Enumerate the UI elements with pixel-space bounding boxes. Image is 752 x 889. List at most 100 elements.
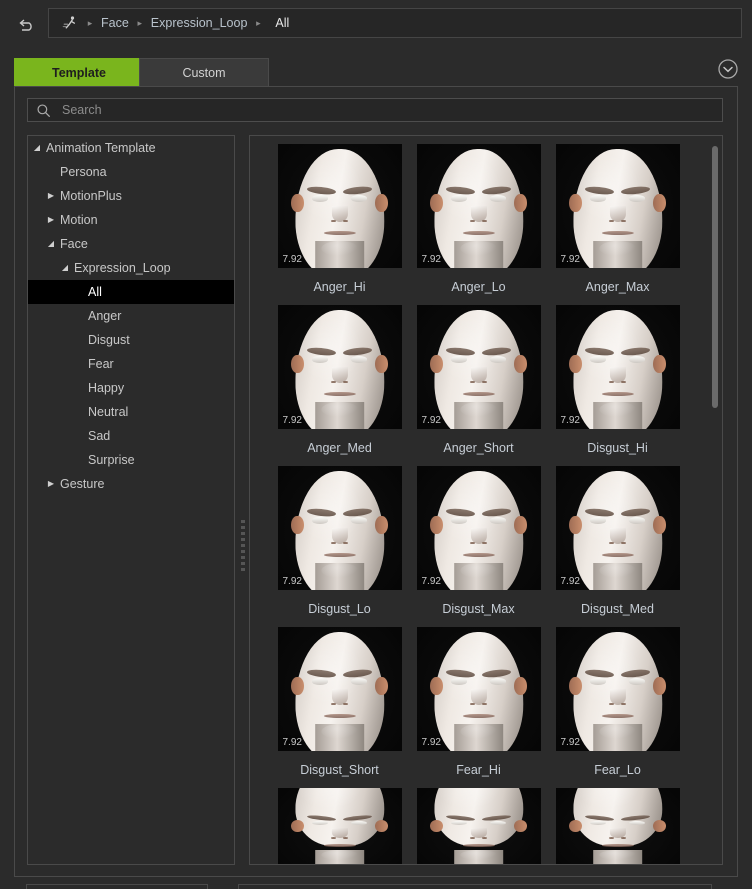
- thumbnail-image[interactable]: 7.92: [555, 627, 680, 751]
- thumbnail-image[interactable]: 7.92: [416, 144, 541, 268]
- tree-item-persona[interactable]: Persona: [28, 160, 234, 184]
- template-thumbnail-cell[interactable]: 7.92 Disgust_Max: [409, 466, 548, 627]
- search-bar[interactable]: [27, 98, 723, 122]
- tree-expand-icon[interactable]: ▶: [44, 480, 58, 488]
- face-render-preview: [555, 144, 680, 268]
- search-input[interactable]: [54, 102, 722, 118]
- tree-item-surprise[interactable]: Surprise: [28, 448, 234, 472]
- tree-item-label: Neutral: [88, 405, 129, 419]
- breadcrumb-item-all[interactable]: All: [265, 16, 293, 30]
- breadcrumb-separator: ▸: [256, 17, 261, 28]
- breadcrumb: ▸ Face ▸ Expression_Loop ▸ All: [48, 8, 742, 38]
- tree-item-label: Surprise: [88, 453, 135, 467]
- thumbnail-name-label: Disgust_Med: [581, 601, 654, 616]
- template-thumbnail-grid[interactable]: 7.92 Anger_Hi 7.92 Anger_Lo 7.92 Anger_Max 7.9…: [249, 135, 723, 865]
- template-thumbnail-cell[interactable]: 7.92 Anger_Med: [270, 305, 409, 466]
- face-render-preview: [416, 144, 541, 268]
- template-thumbnail-cell[interactable]: 7.92 Anger_Lo: [409, 144, 548, 305]
- face-render-preview: [416, 305, 541, 429]
- template-thumbnail-cell[interactable]: 7.92 Disgust_Short: [270, 627, 409, 788]
- face-render-preview: [555, 627, 680, 751]
- template-thumbnail-cell[interactable]: 7.92 Disgust_Lo: [270, 466, 409, 627]
- template-thumbnail-cell[interactable]: [270, 788, 409, 864]
- tree-item-motion[interactable]: ▶ Motion: [28, 208, 234, 232]
- breadcrumb-separator: ▸: [87, 17, 93, 28]
- thumbnail-duration-label: 7.92: [560, 576, 580, 587]
- panel-splitter[interactable]: [239, 135, 247, 865]
- tree-item-happy[interactable]: Happy: [28, 376, 234, 400]
- tree-item-label: Anger: [88, 309, 122, 323]
- animation-template-tree[interactable]: ◢ Animation Template Persona ▶ MotionPlus ▶ Mo…: [27, 135, 235, 865]
- template-thumbnail-cell[interactable]: 7.92 Anger_Short: [409, 305, 548, 466]
- motion-person-glyph: [62, 16, 76, 29]
- breadcrumb-separator: ▸: [137, 17, 143, 28]
- tree-item-label: Persona: [60, 165, 107, 179]
- back-button[interactable]: [4, 8, 48, 38]
- tree-collapse-icon[interactable]: ◢: [44, 240, 58, 248]
- template-thumbnail-cell[interactable]: 7.92 Anger_Hi: [270, 144, 409, 305]
- chevron-down-circle-icon: [718, 59, 738, 79]
- tree-item-face[interactable]: ◢ Face: [28, 232, 234, 256]
- tree-item-neutral[interactable]: Neutral: [28, 400, 234, 424]
- tree-item-label: Disgust: [88, 333, 130, 347]
- thumbnail-image[interactable]: 7.92: [277, 144, 402, 268]
- thumbnail-name-label: Anger_Short: [443, 440, 514, 455]
- thumbnail-name-label: Anger_Lo: [451, 279, 506, 294]
- tree-item-label: Expression_Loop: [74, 261, 171, 275]
- thumbnail-image[interactable]: 7.92: [277, 305, 402, 429]
- thumbnail-image[interactable]: 7.92: [555, 466, 680, 590]
- thumbnail-name-label: Disgust_Short: [300, 762, 379, 777]
- tree-item-fear[interactable]: Fear: [28, 352, 234, 376]
- tab-custom[interactable]: Custom: [139, 58, 269, 86]
- thumbnail-image[interactable]: 7.92: [416, 627, 541, 751]
- tree-item-anger[interactable]: Anger: [28, 304, 234, 328]
- thumbnail-image[interactable]: [555, 788, 680, 864]
- template-thumbnail-cell[interactable]: [409, 788, 548, 864]
- breadcrumb-item-expression-loop[interactable]: Expression_Loop: [147, 16, 252, 30]
- thumbnail-image[interactable]: 7.92: [555, 144, 680, 268]
- template-thumbnail-cell[interactable]: 7.92 Disgust_Hi: [548, 305, 687, 466]
- thumbnail-image[interactable]: 7.92: [277, 466, 402, 590]
- tree-item-expression-loop[interactable]: ◢ Expression_Loop: [28, 256, 234, 280]
- search-glyph: [37, 103, 50, 117]
- thumbnail-name-label: Anger_Hi: [313, 279, 366, 294]
- grid-scrollbar[interactable]: [711, 140, 719, 860]
- tree-item-gesture[interactable]: ▶ Gesture: [28, 472, 234, 496]
- top-bar: ▸ Face ▸ Expression_Loop ▸ All: [0, 0, 752, 46]
- tree-expand-icon[interactable]: ▶: [44, 216, 58, 224]
- template-thumbnail-cell[interactable]: 7.92 Fear_Lo: [548, 627, 687, 788]
- thumbnail-image[interactable]: [277, 788, 402, 864]
- motion-person-icon[interactable]: [59, 13, 81, 33]
- thumbnail-name-label: Disgust_Max: [442, 601, 515, 616]
- breadcrumb-item-face[interactable]: Face: [97, 16, 133, 30]
- back-arrow-icon: [19, 19, 32, 31]
- collapse-panel-button[interactable]: [716, 57, 740, 81]
- tree-item-animation-template[interactable]: ◢ Animation Template: [28, 136, 234, 160]
- tab-template[interactable]: Template: [14, 58, 144, 86]
- thumbnail-name-label: Disgust_Lo: [308, 601, 371, 616]
- template-thumbnail-cell[interactable]: 7.92 Disgust_Med: [548, 466, 687, 627]
- tree-item-all[interactable]: All: [28, 280, 234, 304]
- thumbnail-image[interactable]: [416, 788, 541, 864]
- search-icon: [36, 101, 54, 119]
- thumbnail-image[interactable]: 7.92: [416, 305, 541, 429]
- thumbnail-image[interactable]: 7.92: [555, 305, 680, 429]
- face-render-preview: [277, 305, 402, 429]
- bottom-right-panel-peek: [238, 884, 712, 889]
- template-thumbnail-cell[interactable]: [548, 788, 687, 864]
- tree-collapse-icon[interactable]: ◢: [30, 144, 44, 152]
- thumbnail-name-label: Disgust_Hi: [587, 440, 648, 455]
- thumbnail-image[interactable]: 7.92: [277, 627, 402, 751]
- template-thumbnail-cell[interactable]: 7.92 Fear_Hi: [409, 627, 548, 788]
- tree-item-sad[interactable]: Sad: [28, 424, 234, 448]
- tree-collapse-icon[interactable]: ◢: [58, 264, 72, 272]
- grid-scrollbar-thumb[interactable]: [712, 146, 718, 408]
- thumbnail-duration-label: 7.92: [282, 737, 302, 748]
- template-thumbnail-cell[interactable]: 7.92 Anger_Max: [548, 144, 687, 305]
- thumbnail-image[interactable]: 7.92: [416, 466, 541, 590]
- animation-template-window: ▸ Face ▸ Expression_Loop ▸ All Template …: [0, 0, 752, 889]
- splitter-grip[interactable]: [241, 520, 245, 574]
- tree-item-motionplus[interactable]: ▶ MotionPlus: [28, 184, 234, 208]
- tree-expand-icon[interactable]: ▶: [44, 192, 58, 200]
- tree-item-disgust[interactable]: Disgust: [28, 328, 234, 352]
